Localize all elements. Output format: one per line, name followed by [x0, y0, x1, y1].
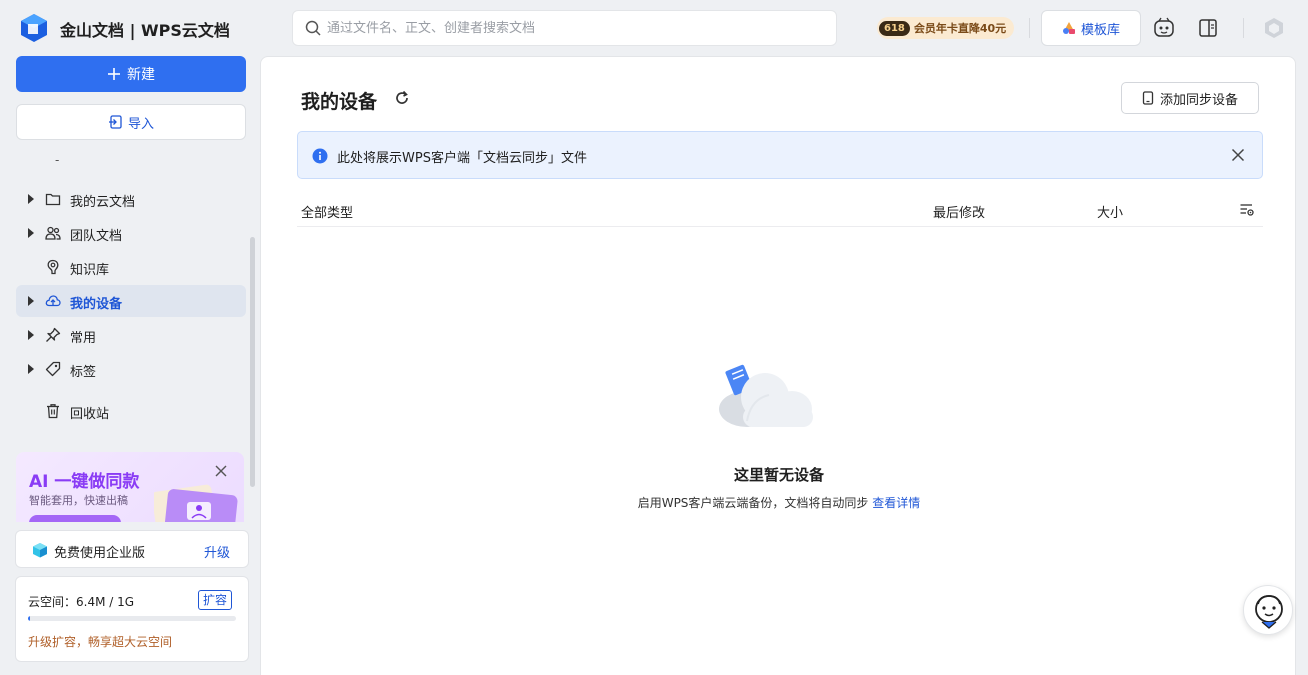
close-icon[interactable]: [214, 464, 228, 478]
column-last-modified[interactable]: 最后修改: [933, 202, 985, 221]
template-icon: [1062, 22, 1075, 34]
sidebar-item-label: 我的设备: [70, 297, 123, 312]
page-title: 我的设备: [301, 91, 378, 113]
column-type-filter[interactable]: 全部类型: [301, 202, 353, 221]
cloud-space-card: 云空间：6.4M / 1G 扩容 升级扩容，畅享超大云空间: [15, 576, 249, 662]
promo-text: 会员年卡直降40元: [913, 22, 1007, 35]
search-input[interactable]: [327, 11, 827, 45]
team-icon: [45, 226, 61, 240]
expand-caret-icon[interactable]: [28, 364, 34, 374]
storage-progress-fill: [28, 616, 30, 621]
main-panel: 我的设备 添加同步设备 此处将展示WPS客户端「文档云同步」文件 全部类型 最后…: [260, 56, 1296, 675]
ai-card-action-button[interactable]: [29, 515, 121, 522]
expand-caret-icon[interactable]: [28, 194, 34, 204]
pin-icon: [46, 327, 61, 342]
sidebar-item-label: 团队文档: [70, 229, 123, 244]
add-sync-device-label: 添加同步设备: [1159, 92, 1238, 108]
sidebar-item-label: 常用: [70, 331, 97, 346]
column-size[interactable]: 大小: [1097, 202, 1123, 221]
knowledge-icon: [47, 259, 59, 275]
plus-icon: [108, 68, 120, 80]
empty-cloud-illustration-icon: [719, 364, 813, 427]
info-banner-text: 此处将展示WPS客户端「文档云同步」文件: [337, 151, 587, 166]
template-library-button[interactable]: 模板库: [1041, 10, 1141, 46]
sidebar-item-knowledge-base[interactable]: 知识库: [16, 251, 246, 283]
storage-upgrade-tip[interactable]: 升级扩容，畅享超大云空间: [28, 633, 172, 650]
close-icon[interactable]: [1231, 148, 1245, 162]
sidebar-item-my-devices[interactable]: 我的设备: [16, 285, 246, 317]
ai-promo-card[interactable]: AI 一键做同款 智能套用，快速出稿: [16, 452, 244, 522]
sidebar-item-label: 回收站: [70, 407, 110, 422]
template-library-label: 模板库: [1080, 22, 1120, 38]
view-details-link[interactable]: 查看详情: [872, 496, 920, 510]
column-settings-icon[interactable]: [1239, 202, 1255, 218]
assistant-face-icon[interactable]: [1153, 17, 1175, 39]
assistant-mascot-icon: [1255, 595, 1283, 629]
empty-state-title: 这里暂无设备: [733, 466, 824, 484]
sidebar-item-label: 标签: [70, 365, 97, 380]
sidebar-item-team-docs[interactable]: 团队文档: [16, 217, 246, 249]
info-banner: 此处将展示WPS客户端「文档云同步」文件: [297, 131, 1263, 179]
phone-device-icon: [1142, 91, 1154, 105]
refresh-icon[interactable]: [393, 89, 411, 107]
sidebar-item-label: 我的云文档: [70, 195, 136, 210]
new-button-label: 新建: [127, 67, 155, 83]
empty-state-desc: 启用WPS客户端云端备份，文档将自动同步 查看详情: [261, 494, 1297, 511]
enterprise-upgrade-link[interactable]: 升级: [204, 542, 230, 561]
app-logo-icon[interactable]: [20, 13, 48, 43]
trash-icon: [47, 404, 59, 419]
add-sync-device-button[interactable]: 添加同步设备: [1121, 82, 1259, 114]
promo-badge: 618: [879, 20, 910, 36]
top-bar: 金山文档 | WPS云文档 618 会员年卡直降40元 模板库: [0, 0, 1308, 56]
storage-progress-bar: [28, 616, 236, 621]
expand-caret-icon[interactable]: [28, 330, 34, 340]
folder-icon: [45, 193, 61, 206]
expand-caret-icon[interactable]: [28, 296, 34, 306]
new-button[interactable]: 新建: [16, 56, 246, 92]
enterprise-card[interactable]: 免费使用企业版 升级: [15, 530, 249, 568]
enterprise-cube-icon: [33, 543, 47, 558]
import-button-label: 导入: [127, 116, 154, 132]
import-icon: [108, 115, 122, 129]
expand-storage-button[interactable]: 扩容: [198, 590, 233, 610]
toolbar-divider: [1243, 18, 1244, 38]
sidebar-nav: 我的云文档 团队文档 知识库 我的设备 常用 标签 回收站: [16, 183, 246, 429]
sidebar-item-label: 知识库: [70, 263, 110, 278]
info-icon: [312, 148, 328, 164]
user-avatar-icon[interactable]: [1263, 17, 1285, 39]
search-box[interactable]: [292, 10, 837, 46]
sidebar-item-recycle-bin[interactable]: 回收站: [16, 395, 246, 427]
table-header: 全部类型 最后修改 大小: [297, 197, 1263, 227]
cloud-upload-icon: [45, 295, 61, 307]
sidebar-scrollbar[interactable]: [250, 237, 255, 487]
ai-card-illustration-icon: [154, 484, 238, 522]
search-icon: [305, 20, 321, 36]
sidebar-item-tags[interactable]: 标签: [16, 353, 246, 385]
ai-card-title: AI 一键做同款: [29, 472, 140, 492]
app-title: 金山文档 | WPS云文档: [60, 21, 230, 40]
ai-card-subtitle: 智能套用，快速出稿: [29, 494, 128, 507]
panel-toggle-icon[interactable]: [1197, 17, 1219, 39]
cloud-space-label: 云空间：6.4M / 1G: [28, 595, 135, 609]
empty-state-desc-text: 启用WPS客户端云端备份，文档将自动同步: [637, 496, 869, 510]
sidebar-separator: -: [55, 153, 60, 167]
expand-caret-icon[interactable]: [28, 228, 34, 238]
assistant-button[interactable]: [1243, 585, 1293, 635]
sidebar-item-frequent[interactable]: 常用: [16, 319, 246, 351]
tag-icon: [45, 361, 61, 377]
import-button[interactable]: 导入: [16, 104, 246, 140]
sidebar-item-my-cloud-docs[interactable]: 我的云文档: [16, 183, 246, 215]
promo-banner[interactable]: 618 会员年卡直降40元: [877, 17, 1015, 39]
toolbar-divider: [1029, 18, 1030, 38]
enterprise-text: 免费使用企业版: [54, 546, 146, 561]
